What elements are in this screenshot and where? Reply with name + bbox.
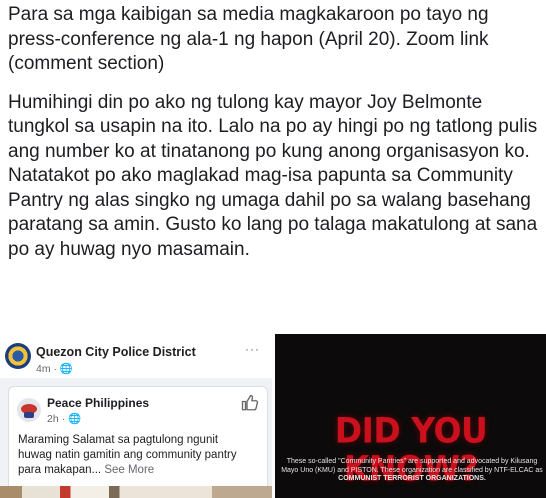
post-text: Para sa mga kaibigan sa media magkakaroo… bbox=[8, 0, 540, 262]
avatar bbox=[17, 398, 41, 422]
caption-emphasis: COMMUNIST TERRORIST ORGANIZATIONS. bbox=[338, 475, 486, 482]
did-you-know-image[interactable]: DID YOU KNOW? These so-called "Community… bbox=[275, 334, 546, 498]
page-name: Quezon City Police District bbox=[36, 345, 196, 359]
police-post-screenshot[interactable]: Quezon City Police District 4m · 🌐 ··· P… bbox=[0, 334, 272, 498]
page-logo bbox=[5, 343, 31, 369]
page-post-header: Quezon City Police District 4m · 🌐 ··· bbox=[0, 334, 272, 378]
caption-text: These so-called "Community Pantries" are… bbox=[281, 458, 543, 474]
post-paragraph-2: Humihingi din po ako ng tulong kay mayor… bbox=[8, 91, 538, 260]
shared-post-card: Peace Philippines 2h · 🌐 Maraming Salama… bbox=[8, 386, 268, 498]
see-more-link[interactable]: See More bbox=[104, 464, 154, 476]
post-paragraph-1: Para sa mga kaibigan sa media magkakaroo… bbox=[8, 4, 489, 74]
shared-post-text: Maraming Salamat sa pagtulong ngunit huw… bbox=[18, 433, 254, 478]
page-post-time: 4m · 🌐 bbox=[36, 363, 73, 375]
more-icon: ··· bbox=[245, 342, 260, 356]
like-icon bbox=[241, 394, 259, 411]
shared-post-author: Peace Philippines bbox=[47, 396, 150, 410]
image-caption: These so-called "Community Pantries" are… bbox=[281, 458, 543, 484]
shared-photo-preview bbox=[0, 486, 272, 498]
shared-post-time: 2h · 🌐 bbox=[47, 413, 82, 425]
